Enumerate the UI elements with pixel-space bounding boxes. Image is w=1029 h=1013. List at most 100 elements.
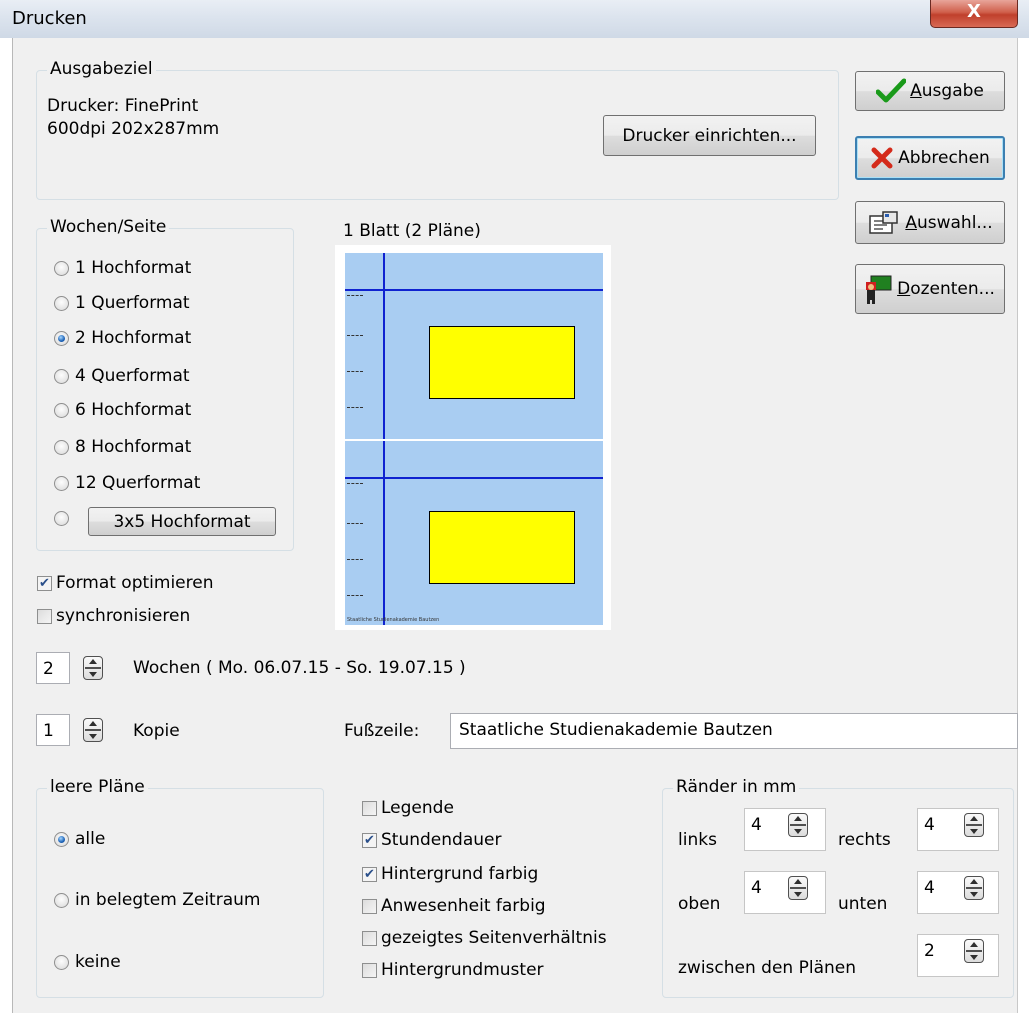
footer-label: Fußzeile: xyxy=(344,721,420,741)
checkbox-label: Hintergrundmuster xyxy=(381,960,544,980)
empty-plans-all[interactable]: alle xyxy=(54,829,105,849)
page-preview: Staatliche Studienakademie Bautzen xyxy=(335,245,611,630)
preview-footer-text: Staatliche Studienakademie Bautzen xyxy=(347,617,440,623)
margins-legend: Ränder in mm xyxy=(673,777,800,797)
output-target-legend: Ausgabeziel xyxy=(47,59,156,79)
margin-right-input[interactable]: 4 xyxy=(917,808,999,851)
preview-tick xyxy=(347,559,363,561)
footer-input[interactable]: Staatliche Studienakademie Bautzen xyxy=(450,713,1018,749)
checkbox-label: Format optimieren xyxy=(56,573,214,593)
aspect-ratio-checkbox[interactable]: gezeigtes Seitenverhältnis xyxy=(362,928,607,948)
title-bar[interactable]: Drucken X xyxy=(0,0,1029,39)
layout-option-2-hoch[interactable]: 2 Hochformat xyxy=(54,328,191,348)
selection-button[interactable]: Auswahl... xyxy=(855,201,1005,244)
checkbox-label: gezeigtes Seitenverhältnis xyxy=(381,928,607,948)
margin-bottom-spinner[interactable] xyxy=(964,876,984,900)
preview-label: 1 Blatt (2 Pläne) xyxy=(343,221,481,241)
lecturers-button-label: Dozenten... xyxy=(897,279,995,299)
legend-checkbox[interactable]: Legende xyxy=(362,798,454,818)
cancel-button-label: Abbrechen xyxy=(898,148,990,168)
preview-tick xyxy=(347,523,363,525)
preview-axis-horizontal xyxy=(345,289,603,291)
radio-label: 6 Hochformat xyxy=(75,400,192,420)
radio-circle xyxy=(54,368,69,384)
close-button[interactable]: X xyxy=(930,0,1018,28)
empty-plans-occupied-range[interactable]: in belegtem Zeitraum xyxy=(54,890,260,910)
checkbox-box xyxy=(362,800,377,816)
checkbox-label: Hintergrund farbig xyxy=(381,864,539,884)
layout-option-1-quer[interactable]: 1 Querformat xyxy=(54,293,190,313)
attendance-colored-checkbox[interactable]: Anwesenheit farbig xyxy=(362,896,546,916)
checkbox-box: ✔ xyxy=(362,832,377,848)
layout-option-custom[interactable] xyxy=(54,511,75,526)
printer-name: Drucker: FinePrint xyxy=(47,96,199,116)
print-dialog: Drucken X Ausgabeziel Drucker: FinePrint… xyxy=(0,0,1029,1013)
preview-tick xyxy=(347,595,363,597)
radio-circle-selected xyxy=(54,330,69,346)
checkbox-label: Stundendauer xyxy=(381,830,502,850)
layout-option-4-quer[interactable]: 4 Querformat xyxy=(54,366,190,386)
colored-background-checkbox[interactable]: ✔ Hintergrund farbig xyxy=(362,864,538,884)
radio-label: alle xyxy=(75,829,106,849)
margin-right-spinner[interactable] xyxy=(964,813,984,837)
check-icon xyxy=(876,78,907,104)
weeks-count-input[interactable]: 2 xyxy=(36,652,70,684)
margin-left-input[interactable]: 4 xyxy=(744,808,826,851)
margin-left-label: links xyxy=(678,830,717,850)
radio-label: 8 Hochformat xyxy=(75,437,192,457)
checkbox-box: ✔ xyxy=(362,866,377,882)
checkbox-box: ✔ xyxy=(37,575,52,591)
empty-plans-none[interactable]: keine xyxy=(54,952,121,972)
cancel-button[interactable]: Abbrechen xyxy=(855,136,1005,180)
checkbox-label: Legende xyxy=(381,798,454,818)
radio-label: in belegtem Zeitraum xyxy=(75,890,261,910)
preview-event-block xyxy=(429,326,575,399)
margin-top-label: oben xyxy=(678,894,721,914)
synchronize-checkbox[interactable]: synchronisieren xyxy=(37,606,190,626)
radio-circle xyxy=(54,475,69,491)
optimize-format-checkbox[interactable]: ✔ Format optimieren xyxy=(37,573,213,593)
window-left-border xyxy=(0,38,13,1013)
preview-tick xyxy=(347,335,363,337)
copies-label: Kopie xyxy=(133,721,180,741)
teacher-icon xyxy=(865,274,893,304)
radio-label: 12 Querformat xyxy=(75,473,201,493)
radio-circle xyxy=(54,260,69,276)
printer-details: 600dpi 202x287mm xyxy=(47,119,220,139)
duration-checkbox[interactable]: ✔ Stundendauer xyxy=(362,830,501,850)
layout-option-1-hoch[interactable]: 1 Hochformat xyxy=(54,258,191,278)
margin-left-spinner[interactable] xyxy=(788,813,808,837)
margin-bottom-input[interactable]: 4 xyxy=(917,871,999,914)
margin-between-label: zwischen den Plänen xyxy=(678,958,856,978)
radio-circle xyxy=(54,954,69,970)
checkbox-box xyxy=(37,608,52,624)
radio-circle-selected xyxy=(54,831,69,847)
layout-option-12-quer[interactable]: 12 Querformat xyxy=(54,473,200,493)
margin-top-spinner[interactable] xyxy=(788,876,808,900)
preview-tick xyxy=(347,371,363,373)
weeks-spinner[interactable] xyxy=(83,656,103,680)
copies-spinner[interactable] xyxy=(83,718,103,742)
margin-right-label: rechts xyxy=(838,830,891,850)
radio-circle xyxy=(54,439,69,455)
lecturers-button[interactable]: Dozenten... xyxy=(855,264,1005,314)
preview-event-block xyxy=(429,511,575,584)
radio-label: 2 Hochformat xyxy=(75,328,192,348)
radio-label: 1 Hochformat xyxy=(75,258,192,278)
custom-layout-button[interactable]: 3x5 Hochformat xyxy=(88,507,276,536)
weeks-range-label: Wochen ( Mo. 06.07.15 - So. 19.07.15 ) xyxy=(133,658,466,678)
preview-axis-vertical xyxy=(383,253,385,439)
window-title: Drucken xyxy=(12,8,87,29)
layout-option-8-hoch[interactable]: 8 Hochformat xyxy=(54,437,191,457)
copies-input[interactable]: 1 xyxy=(36,714,70,746)
preview-plan-2 xyxy=(345,441,603,625)
printer-setup-button[interactable]: Drucker einrichten... xyxy=(603,115,816,156)
margin-top-input[interactable]: 4 xyxy=(744,871,826,914)
margin-between-spinner[interactable] xyxy=(964,939,984,963)
radio-circle xyxy=(54,892,69,908)
output-button[interactable]: Ausgabe xyxy=(855,71,1005,111)
background-pattern-checkbox[interactable]: Hintergrundmuster xyxy=(362,960,544,980)
layout-option-6-hoch[interactable]: 6 Hochformat xyxy=(54,400,191,420)
preview-axis-horizontal xyxy=(345,477,603,479)
margin-between-input[interactable]: 2 xyxy=(917,934,999,977)
